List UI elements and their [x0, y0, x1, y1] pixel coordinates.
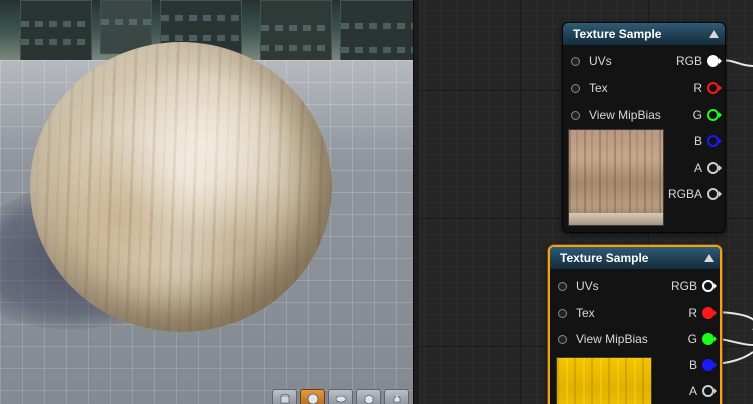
- node-header[interactable]: Texture Sample: [550, 247, 720, 269]
- pin-label: RGBA: [667, 187, 702, 201]
- texture-preview-thumbnail: [568, 129, 664, 226]
- background-building: [20, 0, 92, 64]
- pin-label: R: [693, 81, 702, 95]
- output-pin-icon[interactable]: [702, 385, 717, 397]
- output-pin-icon[interactable]: [707, 109, 722, 121]
- input-pin-view-mipbias[interactable]: View MipBias: [571, 107, 661, 123]
- texture-sample-node[interactable]: Texture Sample UVs Tex View MipBias RGB …: [562, 22, 726, 233]
- input-pin-icon[interactable]: [571, 56, 580, 66]
- output-pin-icon[interactable]: [707, 135, 722, 147]
- node-header[interactable]: Texture Sample: [563, 23, 725, 45]
- pin-label: A: [688, 384, 697, 398]
- pin-label: G: [692, 108, 702, 122]
- cube-icon[interactable]: [356, 389, 381, 404]
- output-pin-icon[interactable]: [707, 82, 722, 94]
- sphere-icon[interactable]: [300, 389, 325, 404]
- plane-icon[interactable]: [328, 389, 353, 404]
- input-pin-uvs[interactable]: UVs: [571, 53, 612, 69]
- pin-label: RGB: [670, 279, 697, 293]
- output-pin-icon[interactable]: [702, 280, 717, 292]
- preview-mesh-toolbar: [272, 389, 409, 404]
- pin-label: RGB: [675, 54, 702, 68]
- pin-label: A: [693, 161, 702, 175]
- input-pin-view-mipbias[interactable]: View MipBias: [558, 331, 648, 347]
- input-pin-icon[interactable]: [571, 83, 580, 93]
- output-pin-g[interactable]: G: [687, 331, 717, 347]
- output-pin-rgb[interactable]: RGB: [675, 53, 722, 69]
- collapse-arrow-icon[interactable]: [704, 254, 714, 262]
- input-pin-tex[interactable]: Tex: [571, 80, 608, 96]
- output-pin-icon[interactable]: [702, 307, 717, 319]
- output-pin-a[interactable]: A: [693, 160, 722, 176]
- pin-label: Tex: [589, 81, 608, 95]
- pin-label: R: [688, 306, 697, 320]
- teapot-icon[interactable]: [384, 389, 409, 404]
- output-pin-icon[interactable]: [707, 55, 722, 67]
- pin-label: B: [688, 358, 697, 372]
- pin-label: B: [693, 134, 702, 148]
- pin-label: View MipBias: [589, 108, 661, 122]
- output-pin-icon[interactable]: [702, 333, 717, 345]
- pin-label: Tex: [576, 306, 595, 320]
- output-pin-r[interactable]: R: [693, 80, 722, 96]
- texture-preview-thumbnail: [556, 357, 652, 404]
- collapse-arrow-icon[interactable]: [709, 30, 719, 38]
- node-title: Texture Sample: [573, 27, 662, 41]
- pin-label: G: [687, 332, 697, 346]
- input-pin-uvs[interactable]: UVs: [558, 278, 599, 294]
- output-pin-r[interactable]: R: [688, 305, 717, 321]
- node-title: Texture Sample: [560, 251, 649, 265]
- output-pin-b[interactable]: B: [693, 133, 722, 149]
- texture-sample-node-selected[interactable]: Texture Sample UVs Tex View MipBias RGB …: [548, 245, 722, 404]
- input-pin-icon[interactable]: [571, 110, 580, 120]
- output-pin-b[interactable]: B: [688, 357, 717, 373]
- pin-label: UVs: [576, 279, 599, 293]
- background-building: [260, 0, 332, 66]
- material-preview-viewport[interactable]: [0, 0, 413, 404]
- output-pin-rgba[interactable]: RGBA: [667, 186, 722, 202]
- input-pin-icon[interactable]: [558, 334, 567, 344]
- output-pin-a[interactable]: A: [688, 383, 717, 399]
- output-pin-g[interactable]: G: [692, 107, 722, 123]
- pin-label: UVs: [589, 54, 612, 68]
- preview-sphere[interactable]: [30, 42, 332, 332]
- pin-label: View MipBias: [576, 332, 648, 346]
- output-pin-icon[interactable]: [707, 188, 722, 200]
- panel-splitter[interactable]: [413, 0, 420, 404]
- input-pin-icon[interactable]: [558, 281, 567, 291]
- material-graph-editor[interactable]: Texture Sample UVs Tex View MipBias RGB …: [420, 0, 753, 404]
- output-pin-rgb[interactable]: RGB: [670, 278, 717, 294]
- cylinder-icon[interactable]: [272, 389, 297, 404]
- input-pin-icon[interactable]: [558, 308, 567, 318]
- output-pin-icon[interactable]: [702, 359, 717, 371]
- input-pin-tex[interactable]: Tex: [558, 305, 595, 321]
- output-pin-icon[interactable]: [707, 162, 722, 174]
